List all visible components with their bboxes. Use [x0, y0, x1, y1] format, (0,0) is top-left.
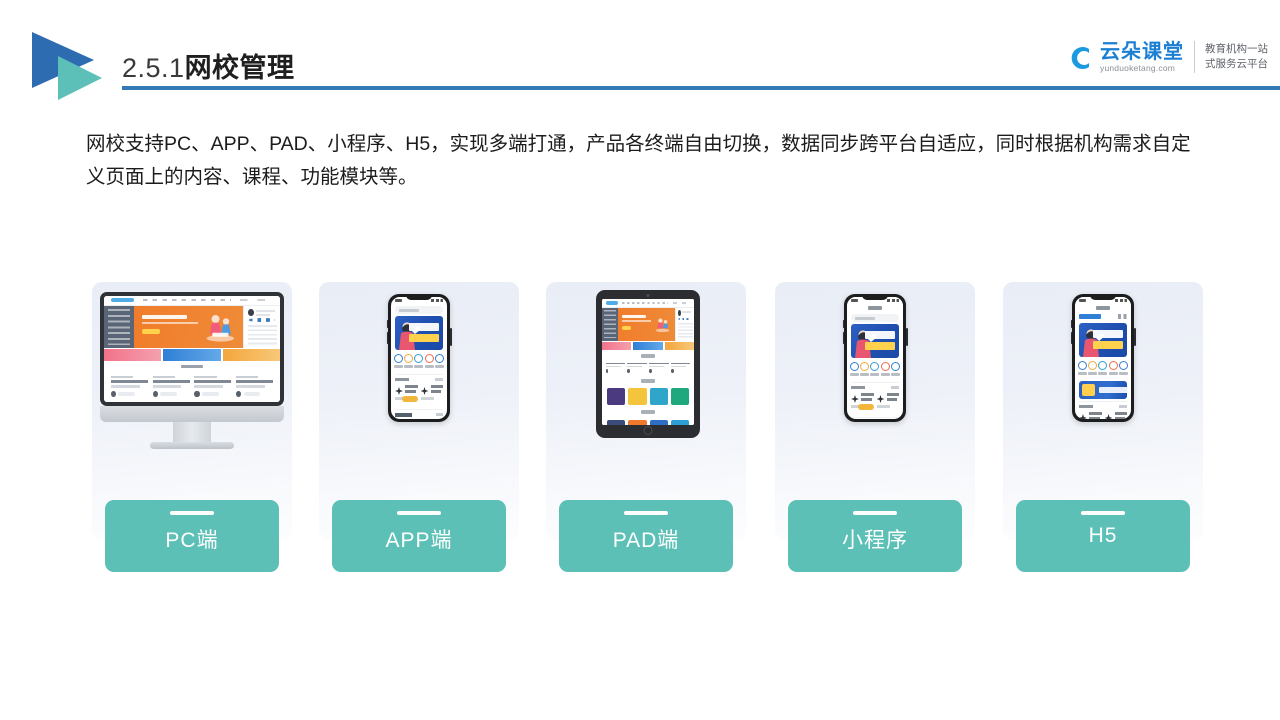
platform-label-pc[interactable]: PC端 — [105, 500, 279, 572]
pill-accent-bar — [1081, 511, 1125, 515]
smartphone-illustration-app — [386, 294, 452, 422]
brand-tagline-line2: 式服务云平台 — [1205, 58, 1268, 70]
pill-accent-bar — [397, 511, 441, 515]
body-paragraph: 网校支持PC、APP、PAD、小程序、H5，实现多端打通，产品各终端自由切换，数… — [86, 133, 1191, 188]
desktop-monitor-illustration — [100, 292, 284, 449]
pill-accent-bar — [624, 511, 668, 515]
cloud-icon — [1064, 40, 1098, 74]
page-title: 2.5.1网校管理 — [122, 46, 295, 85]
pill-accent-bar — [853, 511, 897, 515]
pill-label-text: PC端 — [165, 529, 219, 552]
brand-divider — [1194, 41, 1195, 73]
pill-label-text: APP端 — [385, 529, 453, 552]
brand-tagline-line1: 教育机构一站 — [1205, 43, 1268, 55]
smartphone-illustration-mini — [842, 294, 908, 422]
pill-label-text: PAD端 — [612, 529, 680, 552]
tablet-illustration — [596, 290, 700, 438]
brand-name-cn: 云朵课堂 — [1100, 40, 1184, 63]
arrow-logo-icon — [28, 30, 106, 102]
brand-logo: 云朵课堂 yunduoketang.com 教育机构一站 式服务云平台 — [1064, 34, 1268, 80]
platform-label-h5[interactable]: H5 — [1016, 500, 1190, 572]
brand-tagline: 教育机构一站 式服务云平台 — [1205, 42, 1268, 72]
brand-words: 云朵课堂 yunduoketang.com — [1100, 41, 1184, 74]
section-number: 2.5.1 — [122, 53, 185, 83]
slide-header: 2.5.1网校管理 云朵课堂 yunduoketang.com 教育机构一站 式… — [0, 0, 1280, 110]
platform-label-pad[interactable]: PAD端 — [559, 500, 733, 572]
pill-label-text: 小程序 — [842, 529, 908, 552]
smartphone-illustration-h5 — [1070, 294, 1136, 422]
platform-label-mini-program[interactable]: 小程序 — [788, 500, 962, 572]
brand-name-en: yunduoketang.com — [1100, 62, 1176, 73]
pill-label-text: H5 — [1088, 524, 1118, 547]
title-underline — [122, 86, 1280, 90]
platform-label-app[interactable]: APP端 — [332, 500, 506, 572]
section-title: 网校管理 — [184, 53, 295, 83]
pill-accent-bar — [170, 511, 214, 515]
slide-root: 2.5.1网校管理 云朵课堂 yunduoketang.com 教育机构一站 式… — [0, 0, 1280, 720]
